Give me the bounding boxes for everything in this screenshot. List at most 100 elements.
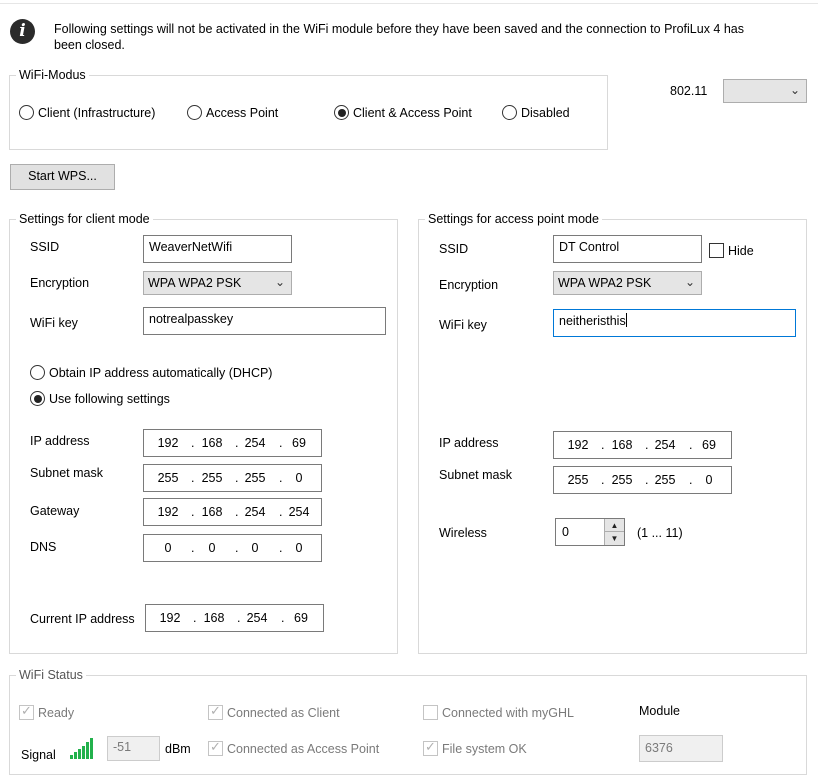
ip-dot: .: [237, 611, 241, 625]
ip-dot: .: [645, 473, 649, 487]
signal-bar: [90, 738, 93, 759]
ap-encryption-label: Encryption: [439, 278, 499, 292]
connected-myghl-label: Connected with myGHL: [442, 706, 575, 720]
client-encryption-select[interactable]: WPA WPA2 PSK ⌄: [143, 271, 292, 295]
ready-label: Ready: [38, 706, 75, 720]
ip-octet: 192: [157, 436, 179, 450]
signal-bar: [86, 742, 89, 759]
ip-dot: .: [279, 436, 283, 450]
ip-octet: 254: [244, 505, 266, 519]
ip-dot: .: [601, 438, 605, 452]
radio-client-and-access-point-label[interactable]: Client & Access Point: [353, 105, 472, 121]
spin-up-icon[interactable]: ▲: [605, 519, 624, 532]
standard-label: 802.11: [670, 84, 708, 98]
connected-myghl-checkbox: [423, 705, 438, 720]
current-ip-display: 192 . 168 . 254 . 69: [145, 604, 324, 632]
client-dns-label: DNS: [30, 540, 57, 554]
client-subnet-input[interactable]: 255 . 255 . 255 . 0: [143, 464, 322, 492]
radio-access-point[interactable]: [187, 105, 202, 120]
ap-settings-title: Settings for access point mode: [425, 211, 602, 227]
spinner-arrows: ▲ ▼: [604, 519, 624, 545]
ip-dot: .: [601, 473, 605, 487]
ip-octet: 254: [246, 611, 268, 625]
client-ssid-label: SSID: [30, 240, 60, 254]
ip-dot: .: [193, 611, 197, 625]
radio-static-label[interactable]: Use following settings: [49, 391, 170, 407]
standard-select[interactable]: ⌄: [723, 79, 807, 103]
ip-octet: 168: [611, 438, 633, 452]
ip-dot: .: [279, 505, 283, 519]
ip-dot: .: [279, 541, 283, 555]
text-cursor: [625, 313, 627, 327]
client-ssid-input[interactable]: WeaverNetWifi: [143, 235, 292, 263]
ap-key-input[interactable]: neitheristhis: [553, 309, 796, 337]
ip-dot: .: [235, 541, 239, 555]
ap-subnet-label: Subnet mask: [439, 468, 512, 482]
chevron-down-icon: ⌄: [684, 275, 695, 289]
ip-dot: .: [689, 473, 693, 487]
client-ip-label: IP address: [30, 434, 90, 448]
hide-checkbox[interactable]: [709, 243, 724, 258]
radio-client-infrastructure-label[interactable]: Client (Infrastructure): [38, 105, 155, 121]
ap-encryption-value: WPA WPA2 PSK: [558, 276, 652, 290]
ap-subnet-input[interactable]: 255 . 255 . 255 . 0: [553, 466, 732, 494]
ip-dot: .: [645, 438, 649, 452]
radio-disabled[interactable]: [502, 105, 517, 120]
ip-octet: 0: [295, 541, 303, 555]
ip-octet: 168: [201, 436, 223, 450]
client-ip-input[interactable]: 192 . 168 . 254 . 69: [143, 429, 322, 457]
signal-unit-label: dBm: [165, 742, 191, 756]
ip-octet: 69: [292, 436, 306, 450]
info-message: Following settings will not be activated…: [54, 22, 744, 52]
top-divider: [0, 3, 818, 4]
hide-label[interactable]: Hide: [728, 243, 754, 259]
ip-dot: .: [235, 505, 239, 519]
radio-dhcp-label[interactable]: Obtain IP address automatically (DHCP): [49, 365, 272, 381]
radio-dhcp[interactable]: [30, 365, 45, 380]
signal-bar: [74, 752, 77, 759]
ap-key-label: WiFi key: [439, 318, 487, 332]
radio-access-point-label[interactable]: Access Point: [206, 105, 278, 121]
signal-label: Signal: [21, 748, 56, 762]
client-dns-input[interactable]: 0 . 0 . 0 . 0: [143, 534, 322, 562]
ip-octet: 254: [244, 436, 266, 450]
radio-client-infrastructure[interactable]: [19, 105, 34, 120]
radio-disabled-label[interactable]: Disabled: [521, 105, 570, 121]
ip-dot: .: [235, 471, 239, 485]
ip-octet: 255: [157, 471, 179, 485]
ip-octet: 69: [702, 438, 716, 452]
ip-dot: .: [281, 611, 285, 625]
ap-ip-input[interactable]: 192 . 168 . 254 . 69: [553, 431, 732, 459]
connected-client-label: Connected as Client: [227, 706, 340, 720]
client-gateway-input[interactable]: 192 . 168 . 254 . 254: [143, 498, 322, 526]
check-icon: ✓: [425, 739, 436, 754]
ap-encryption-select[interactable]: WPA WPA2 PSK ⌄: [553, 271, 702, 295]
ip-dot: .: [191, 541, 195, 555]
ip-dot: .: [191, 505, 195, 519]
ip-dot: .: [191, 436, 195, 450]
ip-octet: 0: [295, 471, 303, 485]
current-ip-label: Current IP address: [30, 612, 135, 626]
client-gateway-label: Gateway: [30, 504, 80, 518]
client-encryption-label: Encryption: [30, 276, 90, 290]
start-wps-button[interactable]: Start WPS...: [10, 164, 115, 190]
ip-octet: 192: [567, 438, 589, 452]
signal-bar: [70, 755, 73, 759]
signal-bar: [78, 749, 81, 759]
check-icon: ✓: [210, 739, 221, 754]
check-icon: ✓: [21, 703, 32, 718]
ip-octet: 0: [164, 541, 172, 555]
client-encryption-value: WPA WPA2 PSK: [148, 276, 242, 290]
connected-ap-checkbox: ✓: [208, 739, 223, 756]
ap-ssid-input[interactable]: DT Control: [553, 235, 702, 263]
ip-dot: .: [235, 436, 239, 450]
wireless-channel-spinner[interactable]: 0 ▲ ▼: [555, 518, 625, 546]
signal-bar: [82, 746, 85, 759]
ip-octet: 254: [288, 505, 310, 519]
spin-down-icon[interactable]: ▼: [605, 532, 624, 545]
ip-octet: 254: [654, 438, 676, 452]
radio-client-and-access-point[interactable]: [334, 105, 349, 120]
client-key-input[interactable]: notrealpasskey: [143, 307, 386, 335]
radio-static[interactable]: [30, 391, 45, 406]
ip-octet: 168: [203, 611, 225, 625]
